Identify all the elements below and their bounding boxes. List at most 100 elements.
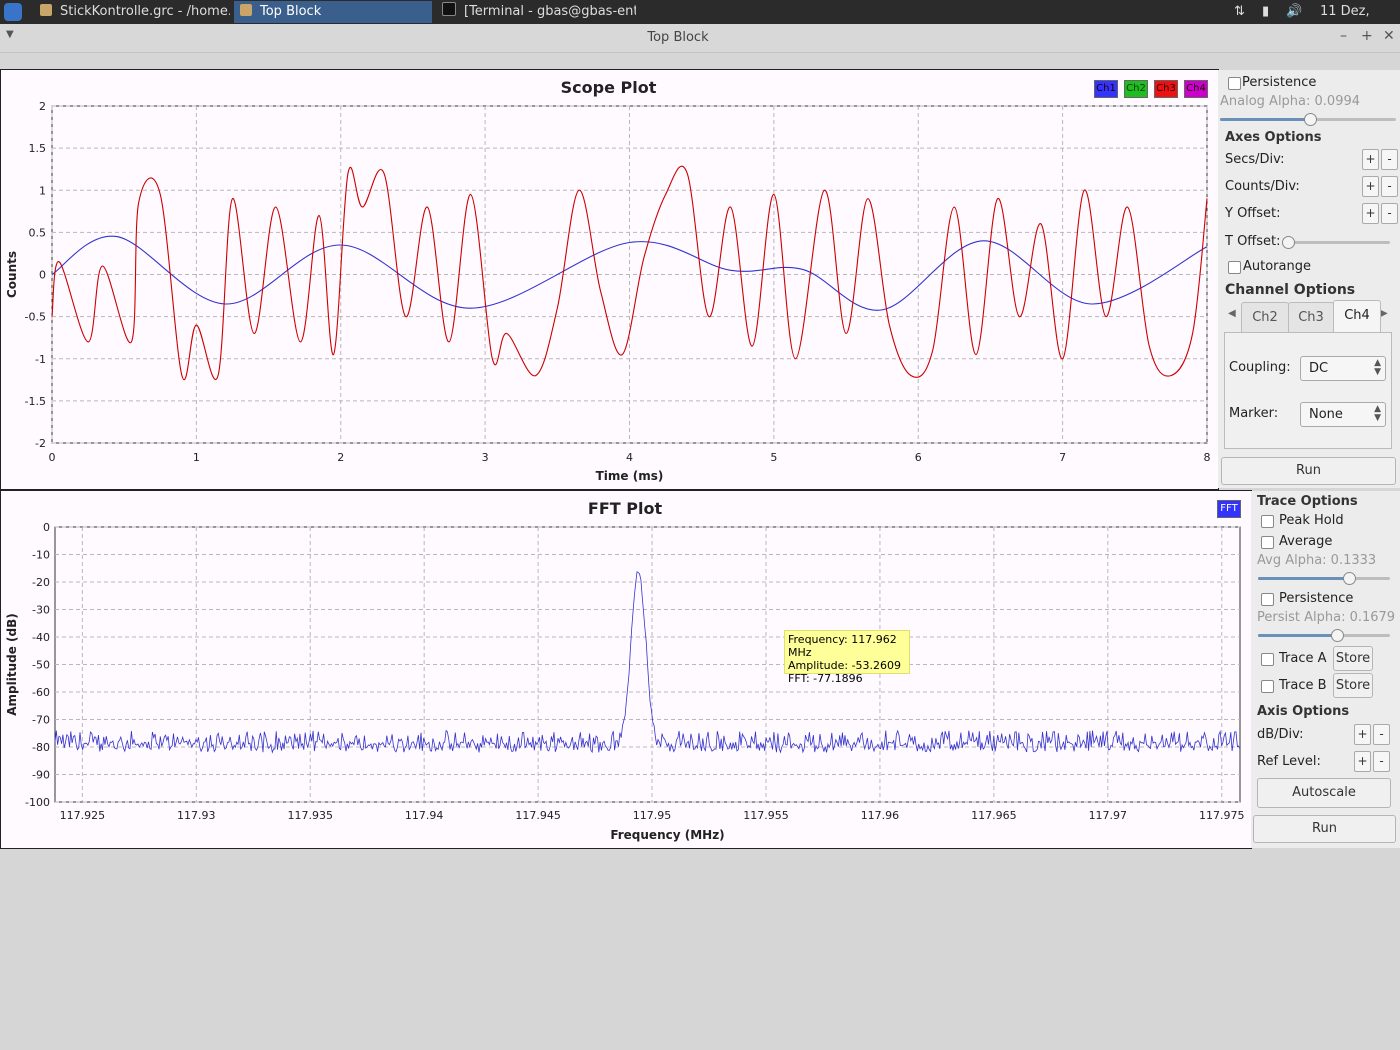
analog-alpha-label: Analog Alpha: 0.0994 xyxy=(1220,94,1361,109)
marker-select[interactable]: None ▲ ▼ xyxy=(1300,402,1386,427)
tab-ch2[interactable]: Ch2 xyxy=(1241,302,1289,333)
scope-y-tick-label: 0.5 xyxy=(29,226,47,239)
slider-knob[interactable] xyxy=(1304,113,1317,126)
tab-ch4[interactable]: Ch4 xyxy=(1333,300,1381,333)
db-div-minus-button[interactable]: - xyxy=(1373,724,1390,745)
autoscale-button[interactable]: Autoscale xyxy=(1257,778,1391,808)
task-terminal[interactable]: [Terminal - gbas@gbas-ent... xyxy=(436,1,636,23)
close-icon[interactable]: ✕ xyxy=(1383,28,1395,44)
scope-x-tick-label: 2 xyxy=(337,451,344,464)
analog-alpha-slider[interactable] xyxy=(1220,113,1396,126)
axes-options-header: Axes Options xyxy=(1225,130,1322,145)
db-div-label: dB/Div: xyxy=(1257,727,1304,742)
fft-x-tick-label: 117.925 xyxy=(60,809,106,822)
fft-x-tick-label: 117.94 xyxy=(405,809,444,822)
fft-x-tick-label: 117.975 xyxy=(1199,809,1245,822)
volume-icon[interactable]: 🔊 xyxy=(1286,0,1302,24)
fft-run-button[interactable]: Run xyxy=(1253,815,1396,843)
avg-alpha-slider[interactable] xyxy=(1258,572,1390,585)
counts-div-label: Counts/Div: xyxy=(1225,179,1300,194)
peak-hold-label: Peak Hold xyxy=(1279,513,1344,528)
window-title: Top Block xyxy=(647,30,709,45)
task-stickkontrolle[interactable]: StickKontrolle.grc - /home... xyxy=(34,1,230,23)
autorange-label: Autorange xyxy=(1243,259,1311,274)
maximize-icon[interactable]: + xyxy=(1361,28,1373,44)
coupling-select[interactable]: DC ▲ ▼ xyxy=(1300,356,1386,381)
average-label: Average xyxy=(1279,534,1333,549)
scope-y-tick-label: -0.5 xyxy=(25,311,46,324)
app-menu-icon[interactable] xyxy=(4,3,22,21)
fft-y-tick-label: -90 xyxy=(32,769,50,782)
ref-level-label: Ref Level: xyxy=(1257,754,1321,769)
scope-x-tick-label: 1 xyxy=(193,451,200,464)
secs-div-minus-button[interactable]: - xyxy=(1381,149,1398,170)
fft-x-tick-label: 117.95 xyxy=(633,809,672,822)
tab-label: Ch4 xyxy=(1344,308,1370,323)
fft-x-tick-label: 117.96 xyxy=(861,809,900,822)
ref-level-minus-button[interactable]: - xyxy=(1373,751,1390,772)
autorange-checkbox[interactable] xyxy=(1228,261,1241,274)
tab-ch3[interactable]: Ch3 xyxy=(1288,302,1334,333)
minimize-icon[interactable]: – xyxy=(1340,28,1347,44)
scope-x-tick-label: 6 xyxy=(915,451,922,464)
fft-y-tick-label: -70 xyxy=(32,714,50,727)
y-offset-plus-button[interactable]: + xyxy=(1362,203,1379,224)
task-top-block[interactable]: Top Block xyxy=(234,1,432,23)
t-offset-label: T Offset: xyxy=(1225,234,1281,249)
clock[interactable]: 11 Dez, 14:48 xyxy=(1320,0,1400,43)
fft-x-tick-label: 117.935 xyxy=(287,809,333,822)
persist-alpha-label: Persist Alpha: 0.1679 xyxy=(1257,610,1396,625)
fft-y-tick-label: -40 xyxy=(32,631,50,644)
scope-x-tick-label: 3 xyxy=(482,451,489,464)
scope-run-button[interactable]: Run xyxy=(1221,457,1396,485)
tab-scroll-left-icon[interactable]: ◀ xyxy=(1228,308,1236,319)
scope-x-tick-label: 7 xyxy=(1059,451,1066,464)
t-offset-slider[interactable] xyxy=(1282,236,1390,249)
scope-x-tick-label: 5 xyxy=(770,451,777,464)
counts-div-plus-button[interactable]: + xyxy=(1362,176,1379,197)
persistence-label: Persistence xyxy=(1242,75,1317,90)
scope-chart[interactable]: 0 1 2 3 4 5 6 7 8 2 1.5 1 0.5 0 -0.5 -1 -1.5 -2 Time (ms) C… xyxy=(0,69,1217,488)
secs-div-plus-button[interactable]: + xyxy=(1362,149,1379,170)
fft-tooltip: Frequency: 117.962 MHz Amplitude: -53.26… xyxy=(784,630,910,685)
y-offset-minus-button[interactable]: - xyxy=(1381,203,1398,224)
persist-alpha-slider[interactable] xyxy=(1258,629,1390,642)
scope-y-tick-label: -2 xyxy=(35,437,46,450)
coupling-value: DC xyxy=(1309,361,1329,376)
trace-a-store-button[interactable]: Store xyxy=(1333,646,1373,671)
ref-level-plus-button[interactable]: + xyxy=(1354,751,1371,772)
fft-x-tick-label: 117.945 xyxy=(515,809,561,822)
db-div-plus-button[interactable]: + xyxy=(1354,724,1371,745)
tab-label: Ch3 xyxy=(1298,310,1324,325)
tab-scroll-right-icon[interactable]: ▶ xyxy=(1380,308,1388,319)
fft-x-tick-label: 117.97 xyxy=(1089,809,1128,822)
trace-b-checkbox[interactable] xyxy=(1261,680,1274,693)
fft-persistence-label: Persistence xyxy=(1279,591,1354,606)
scope-x-axis-label: Time (ms) xyxy=(596,469,664,483)
slider-knob[interactable] xyxy=(1343,572,1356,585)
fft-chart[interactable]: 117.925 117.93 117.935 117.94 117.945 117.95 1… xyxy=(0,490,1250,847)
fft-y-tick-label: -100 xyxy=(25,796,50,809)
trace-a-checkbox[interactable] xyxy=(1261,653,1274,666)
trace-b-store-button[interactable]: Store xyxy=(1333,673,1373,698)
average-checkbox[interactable] xyxy=(1261,536,1274,549)
trace-options-header: Trace Options xyxy=(1257,494,1358,509)
fft-persistence-checkbox[interactable] xyxy=(1261,593,1274,606)
task-label: Top Block xyxy=(260,4,322,19)
slider-knob[interactable] xyxy=(1331,629,1344,642)
marker-value: None xyxy=(1309,407,1343,422)
y-offset-label: Y Offset: xyxy=(1225,206,1281,221)
network-icon[interactable]: ⇅ xyxy=(1234,0,1245,24)
fft-y-tick-label: -30 xyxy=(32,604,50,617)
fft-y-tick-label: -10 xyxy=(32,549,50,562)
counts-div-minus-button[interactable]: - xyxy=(1381,176,1398,197)
scope-y-tick-label: -1.5 xyxy=(25,395,46,408)
task-label: StickKontrolle.grc - /home... xyxy=(60,4,230,19)
battery-icon[interactable]: ▮ xyxy=(1262,0,1269,24)
slider-knob[interactable] xyxy=(1282,236,1295,249)
tooltip-frequency: Frequency: 117.962 MHz xyxy=(788,633,897,659)
peak-hold-checkbox[interactable] xyxy=(1261,515,1274,528)
avg-alpha-label: Avg Alpha: 0.1333 xyxy=(1257,553,1377,568)
spin-arrows-icon: ▲ ▼ xyxy=(1374,358,1381,377)
persistence-checkbox[interactable] xyxy=(1228,77,1241,90)
